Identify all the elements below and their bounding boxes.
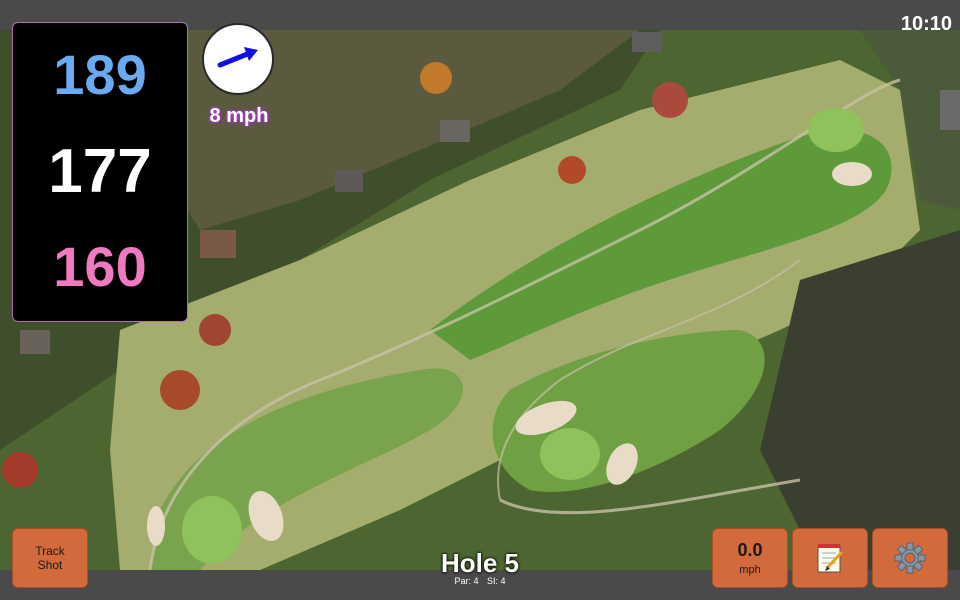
notepad-icon — [817, 544, 844, 573]
wind-arrow-icon — [217, 47, 258, 68]
back-distance: 189 — [53, 43, 147, 106]
track-shot-label-line1: Track — [35, 544, 65, 558]
wind-speed-label: 8 mph — [209, 105, 269, 127]
notes-button[interactable] — [792, 528, 868, 588]
track-shot-label-line2: Shot — [37, 558, 63, 572]
hole-title: Hole 5 — [440, 548, 520, 578]
wind-indicator[interactable] — [202, 23, 274, 95]
gear-icon — [894, 542, 926, 574]
hole-info: Par: 4 SI: 4 — [380, 577, 580, 586]
speed-button[interactable]: 0.0 mph — [712, 528, 788, 588]
settings-button[interactable] — [872, 528, 948, 588]
hole-stroke-index: SI: 4 — [487, 576, 506, 586]
distance-panel: 189 177 160 — [12, 22, 188, 322]
hole-par: Par: 4 — [454, 576, 479, 586]
front-distance: 160 — [53, 235, 147, 298]
speed-unit: mph — [739, 564, 761, 576]
middle-distance: 177 — [48, 137, 152, 206]
track-shot-button[interactable]: Track Shot — [12, 528, 88, 588]
speed-value: 0.0 — [737, 540, 763, 560]
